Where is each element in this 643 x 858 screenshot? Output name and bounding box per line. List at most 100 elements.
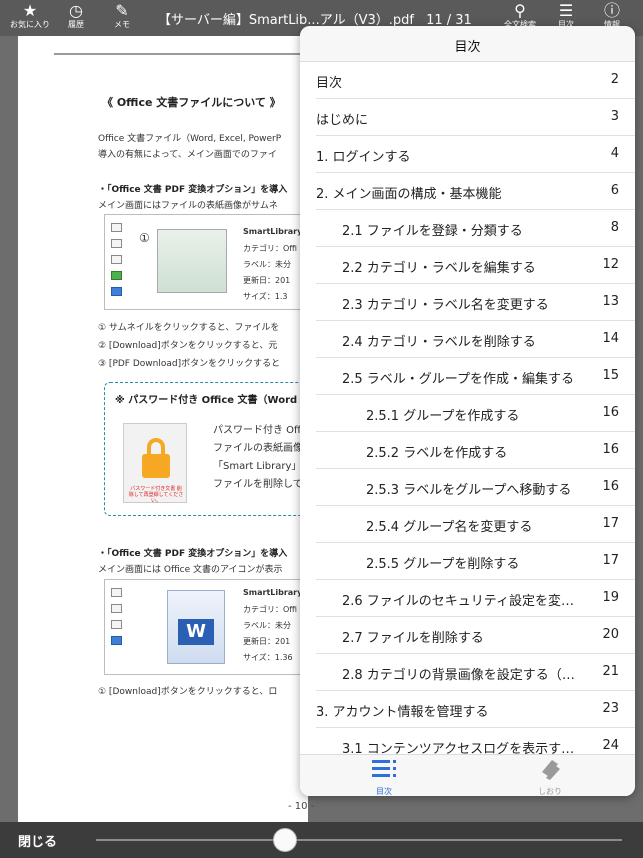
file-label: ラベル：未分 (243, 260, 291, 269)
note-3: ③ [PDF Download]ボタンをクリックすると (98, 359, 281, 369)
toc-item[interactable]: 3. アカウント情報を管理する 23 (316, 691, 635, 728)
list-icon: ☰ (558, 1, 574, 20)
toc-item[interactable]: 2.1 ファイルを登録・分類する 8 (316, 210, 635, 247)
checkbox-icon (111, 223, 122, 232)
file-thumbnail (157, 229, 227, 293)
toc-item[interactable]: 2.5 ラベル・グループを作成・編集する 15 (316, 358, 635, 395)
toc-item[interactable]: 2.3 カテゴリ・ラベル名を変更する 13 (316, 284, 635, 321)
toc-item[interactable]: 2.5.5 グループを削除する 17 (316, 543, 635, 580)
toc-item[interactable]: 2.5.3 ラベルをグループへ移動する 16 (316, 469, 635, 506)
toc-item-label: 2.8 カテゴリの背景画像を設定する（オプ… (342, 668, 586, 683)
page-header-rule (54, 53, 308, 55)
checkbox-icon (111, 588, 122, 597)
toc-item[interactable]: 2.6 ファイルのセキュリティ設定を変更する 19 (316, 580, 635, 617)
section2-title: ・「Office 文書 PDF 変換オプション」を導入 (98, 549, 288, 559)
info-icon: ⓘ (603, 1, 620, 20)
toc-item[interactable]: 2.5.4 グループ名を変更する 17 (316, 506, 635, 543)
toc-item[interactable]: 2.4 カテゴリ・ラベルを削除する 14 (316, 321, 635, 358)
note-4: ① [Download]ボタンをクリックすると、ロ (98, 687, 278, 697)
toc-item-page: 13 (602, 294, 619, 309)
toc-item-label: 2.3 カテゴリ・ラベル名を変更する (342, 298, 549, 313)
toc-item-page: 17 (602, 553, 619, 568)
toc-item-page: 21 (602, 664, 619, 679)
toc-item-label: 2.5.2 ラベルを作成する (366, 446, 508, 461)
toc-item-label: 3.1 コンテンツアクセスログを表示する（… (342, 742, 586, 754)
toc-item-label: 2.5.5 グループを削除する (366, 557, 520, 572)
toc-item-label: 2.5 ラベル・グループを作成・編集する (342, 372, 575, 387)
file-category: カテゴリ：Offi (243, 605, 298, 614)
callout-number: ① (139, 231, 150, 245)
toc-item-label: 2.7 ファイルを削除する (342, 631, 484, 646)
file-card-pdf: ① SmartLibrary カテゴリ：Offi ラベル：未分 更新日：201 … (104, 214, 308, 310)
locked-file-thumbnail: パスワード付き文書 削除して再登録してください。 (123, 423, 187, 504)
toc-item[interactable]: 2.5.1 グループを作成する 16 (316, 395, 635, 432)
toc-item-page: 4 (610, 146, 619, 161)
password-notice-title: ※ パスワード付き Office 文書（Word (115, 395, 298, 406)
page-slider-thumb[interactable] (273, 828, 298, 852)
toc-list[interactable]: 目次 2 はじめに 3 1. ログインする 4 2. メイン画面の構成・基本機能 6 2.1 フ… (300, 62, 635, 754)
file-updated: 更新日：201 (243, 276, 291, 285)
bookmark-icon (542, 760, 560, 780)
file-controls (111, 588, 123, 652)
toc-item-label: 3. アカウント情報を管理する (316, 705, 489, 720)
mail-icon (111, 239, 122, 248)
toc-item-page: 17 (602, 516, 619, 531)
toc-item-page: 20 (602, 627, 619, 642)
history-label: 履歴 (68, 20, 84, 29)
lock-note: パスワード付き文書 削除して再登録してください。 (128, 486, 184, 504)
toc-item[interactable]: 目次 2 (316, 62, 635, 99)
pencil-icon: ✎ (115, 1, 129, 20)
toc-item-label: 2.1 ファイルを登録・分類する (342, 224, 523, 239)
toc-item-page: 3 (610, 109, 619, 124)
toc-item-page: 15 (602, 368, 619, 383)
toc-item[interactable]: 1. ログインする 4 (316, 136, 635, 173)
mail-icon (111, 604, 122, 613)
favorites-button[interactable]: ★ お気に入り (6, 2, 54, 30)
toc-title: 目次 (454, 40, 481, 55)
file-name: SmartLibrary (243, 227, 303, 236)
toc-list-icon (372, 760, 396, 777)
toc-item-page: 16 (602, 405, 619, 420)
file-size: サイズ：1.36 (243, 653, 293, 662)
file-category: カテゴリ：Offi (243, 244, 298, 253)
printer-icon (111, 620, 122, 629)
toc-item-page: 8 (610, 220, 619, 235)
bottom-bar: 閉じる (0, 822, 643, 858)
file-name: SmartLibrary (243, 588, 303, 597)
toc-item[interactable]: 2.7 ファイルを削除する 20 (316, 617, 635, 654)
toc-tabbar: 目次 しおり (300, 754, 635, 796)
toc-item-page: 19 (602, 590, 619, 605)
upload-icon (111, 636, 122, 645)
toc-item-label: はじめに (316, 113, 369, 128)
history-button[interactable]: ◷ 履歴 (52, 2, 100, 30)
toc-item-page: 23 (602, 701, 619, 716)
toc-item-label: 1. ログインする (316, 150, 411, 165)
memo-button[interactable]: ✎ メモ (98, 2, 146, 30)
toc-item-label: 2.6 ファイルのセキュリティ設定を変更する (342, 594, 586, 609)
toc-item[interactable]: 2.8 カテゴリの背景画像を設定する（オプ… 21 (316, 654, 635, 691)
toc-item[interactable]: 2.2 カテゴリ・ラベルを編集する 12 (316, 247, 635, 284)
toc-item[interactable]: 3.1 コンテンツアクセスログを表示する（… 24 (316, 728, 635, 754)
toc-item-page: 12 (602, 257, 619, 272)
word-document-icon: W (167, 590, 225, 664)
memo-label: メモ (114, 20, 130, 29)
toc-item-label: 2.5.3 ラベルをグループへ移動する (366, 483, 572, 498)
page-slider-track[interactable] (96, 839, 622, 841)
toc-item-page: 2 (610, 72, 619, 87)
intro-line-1: Office 文書ファイル（Word, Excel, PowerP (98, 134, 282, 144)
page-heading: 《 Office 文書ファイルについて 》 (102, 96, 281, 109)
tab-toc[interactable]: 目次 (334, 758, 434, 796)
file-updated: 更新日：201 (243, 637, 291, 646)
file-size: サイズ：1.3 (243, 292, 288, 301)
toc-item[interactable]: 2. メイン画面の構成・基本機能 6 (316, 173, 635, 210)
search-icon: ⚲ (514, 1, 526, 20)
document-page[interactable]: 《 Office 文書ファイルについて 》 Office 文書ファイル（Word… (18, 36, 308, 822)
password-notice-line-2: ファイルの表紙画像の (213, 443, 308, 454)
toc-item[interactable]: 2.5.2 ラベルを作成する 16 (316, 432, 635, 469)
file-label: ラベル：未分 (243, 621, 291, 630)
clock-icon: ◷ (69, 1, 83, 20)
close-button[interactable]: 閉じる (18, 831, 57, 850)
tab-bookmarks[interactable]: しおり (500, 758, 600, 796)
toc-header: 目次 (300, 26, 635, 62)
toc-item[interactable]: はじめに 3 (316, 99, 635, 136)
